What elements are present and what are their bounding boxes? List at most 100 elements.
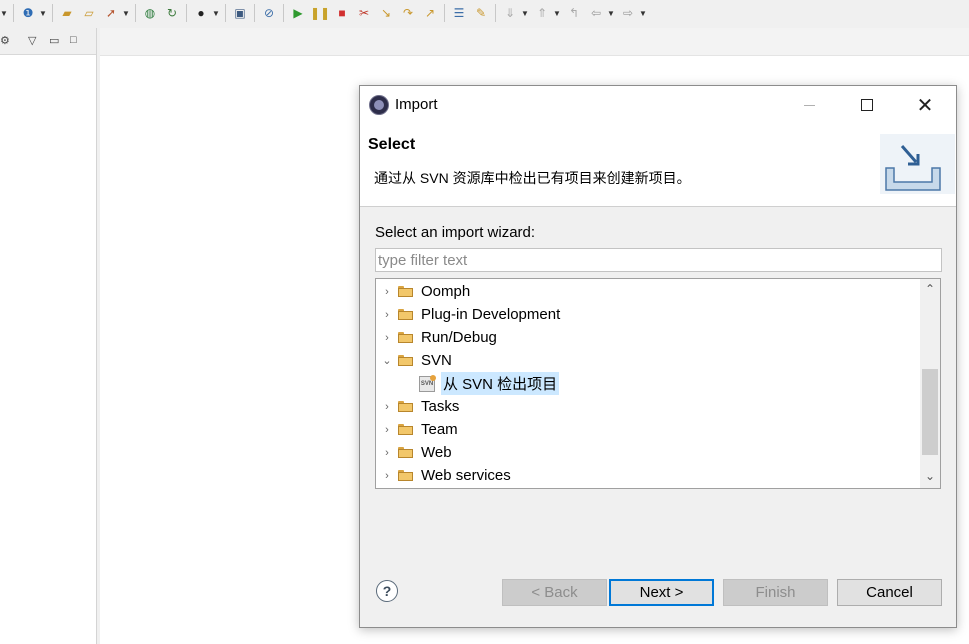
page-title: Select: [368, 136, 416, 153]
chevron-down-icon[interactable]: ▼: [607, 5, 615, 21]
chevron-right-icon[interactable]: ›: [382, 286, 392, 298]
tree-item-label: Tasks: [421, 398, 460, 415]
chevron-down-icon[interactable]: ▼: [639, 5, 647, 21]
tree-item-label: 从 SVN 检出项目: [441, 372, 560, 395]
folder-icon: [398, 286, 413, 297]
left-view: ⚙ ▽ ▭ □: [0, 28, 97, 644]
tree-item-label: SVN: [421, 352, 452, 369]
back-icon[interactable]: ⇦: [588, 5, 604, 21]
close-icon: ✕: [916, 94, 934, 117]
cancel-button[interactable]: Cancel: [837, 579, 942, 606]
terminate-icon[interactable]: ■: [334, 5, 350, 21]
eclipse-icon: [369, 95, 389, 115]
next-button[interactable]: Next >: [609, 579, 714, 606]
refresh-icon[interactable]: ↻: [164, 5, 180, 21]
editor-tabstrip: [100, 28, 969, 56]
toolbar-separator: [13, 4, 14, 22]
import-banner-icon: [880, 134, 955, 194]
wizard-header: Select 通过从 SVN 资源库中检出已有项目来创建新项目。: [360, 124, 956, 207]
tree-item-web-services[interactable]: › Web services: [382, 464, 513, 487]
back-button[interactable]: < Back: [502, 579, 607, 606]
chevron-right-icon[interactable]: ›: [382, 332, 392, 344]
folder-icon: [398, 447, 413, 458]
minimize-icon: [803, 104, 815, 106]
chevron-down-icon[interactable]: ▼: [521, 5, 529, 21]
scroll-down-icon[interactable]: ⌄: [920, 466, 940, 486]
filter-input[interactable]: [375, 248, 942, 272]
minimize-button[interactable]: [780, 86, 838, 124]
chevron-right-icon[interactable]: ›: [382, 309, 392, 321]
view-toolbar: ⚙ ▽ ▭ □: [0, 28, 96, 55]
tree-item-svn[interactable]: ⌄ SVN: [382, 349, 454, 372]
last-edit-icon[interactable]: ↰: [566, 5, 582, 21]
wizard-list-label: Select an import wizard:: [375, 224, 536, 241]
tree-item-label: Oomph: [421, 283, 471, 300]
folder-icon: [398, 401, 413, 412]
folder-icon: [398, 470, 413, 481]
wizard-tree[interactable]: › Oomph › Plug-in Development › Run/Debu…: [375, 278, 941, 489]
toolbar-separator: [254, 4, 255, 22]
step-return-icon[interactable]: ↗: [422, 5, 438, 21]
chevron-down-icon[interactable]: ▼: [0, 5, 8, 21]
help-button[interactable]: ?: [376, 580, 398, 602]
folder-icon: [398, 309, 413, 320]
tree-item-tasks[interactable]: › Tasks: [382, 395, 461, 418]
tree-scrollbar[interactable]: ⌃ ⌄: [920, 279, 940, 488]
toolbar-separator: [135, 4, 136, 22]
chevron-right-icon[interactable]: ›: [382, 470, 392, 482]
tree-item-svn-checkout[interactable]: SVN 从 SVN 检出项目: [419, 372, 560, 395]
maximize-icon: [861, 99, 873, 111]
folder-icon: [398, 424, 413, 435]
tree-item-plugin-development[interactable]: › Plug-in Development: [382, 303, 562, 326]
dialog-title: Import: [395, 96, 438, 113]
maximize-button[interactable]: [838, 86, 896, 124]
forward-icon[interactable]: ⇨: [620, 5, 636, 21]
chevron-down-icon[interactable]: ▼: [553, 5, 561, 21]
tree-item-label: Team: [421, 421, 458, 438]
open-folder-icon[interactable]: ▱: [81, 5, 97, 21]
open-project-icon[interactable]: ▰: [59, 5, 75, 21]
maximize-icon[interactable]: □: [70, 34, 77, 46]
toolbar-separator: [444, 4, 445, 22]
minimize-icon[interactable]: ▭: [49, 34, 59, 47]
tree-item-oomph[interactable]: › Oomph: [382, 280, 472, 303]
folder-icon: [398, 355, 413, 366]
skip-breakpoints-icon[interactable]: ⊘: [261, 5, 277, 21]
chevron-down-icon[interactable]: ▽: [28, 34, 36, 47]
step-into-icon[interactable]: ↘: [378, 5, 394, 21]
resume-icon[interactable]: ▶: [290, 5, 306, 21]
previous-annotation-icon[interactable]: ⇑: [534, 5, 550, 21]
chevron-down-icon[interactable]: ⌄: [382, 354, 392, 367]
annotation-icon[interactable]: ✎: [473, 5, 489, 21]
close-button[interactable]: ✕: [896, 86, 954, 124]
user-icon[interactable]: ●: [193, 5, 209, 21]
tree-item-run-debug[interactable]: › Run/Debug: [382, 326, 499, 349]
toolbar-separator: [52, 4, 53, 22]
new-wizard-icon[interactable]: ❶: [20, 5, 36, 21]
disconnect-icon[interactable]: ✂: [356, 5, 372, 21]
view-menu-icon[interactable]: ⚙: [0, 34, 10, 47]
tree-item-label: Run/Debug: [421, 329, 497, 346]
tree-item-web[interactable]: › Web: [382, 441, 454, 464]
chevron-down-icon[interactable]: ▼: [39, 5, 47, 21]
svn-checkout-icon: SVN: [419, 374, 436, 392]
console-icon[interactable]: ▣: [232, 5, 248, 21]
finish-button[interactable]: Finish: [723, 579, 828, 606]
task-list-icon[interactable]: ☰: [451, 5, 467, 21]
suspend-icon[interactable]: ❚❚: [310, 5, 330, 21]
toolbar-separator: [495, 4, 496, 22]
next-annotation-icon[interactable]: ⇓: [502, 5, 518, 21]
page-description: 通过从 SVN 资源库中检出已有项目来创建新项目。: [374, 170, 691, 186]
chevron-down-icon[interactable]: ▼: [122, 5, 130, 21]
launch-icon[interactable]: ➚: [103, 5, 119, 21]
chevron-down-icon[interactable]: ▼: [212, 5, 220, 21]
globe-icon[interactable]: ◍: [142, 5, 158, 21]
scroll-thumb[interactable]: [922, 369, 938, 455]
chevron-right-icon[interactable]: ›: [382, 447, 392, 459]
chevron-right-icon[interactable]: ›: [382, 401, 392, 413]
tree-item-team[interactable]: › Team: [382, 418, 460, 441]
scroll-up-icon[interactable]: ⌃: [920, 279, 940, 299]
tree-item-label: Plug-in Development: [421, 306, 561, 323]
chevron-right-icon[interactable]: ›: [382, 424, 392, 436]
step-over-icon[interactable]: ↷: [400, 5, 416, 21]
